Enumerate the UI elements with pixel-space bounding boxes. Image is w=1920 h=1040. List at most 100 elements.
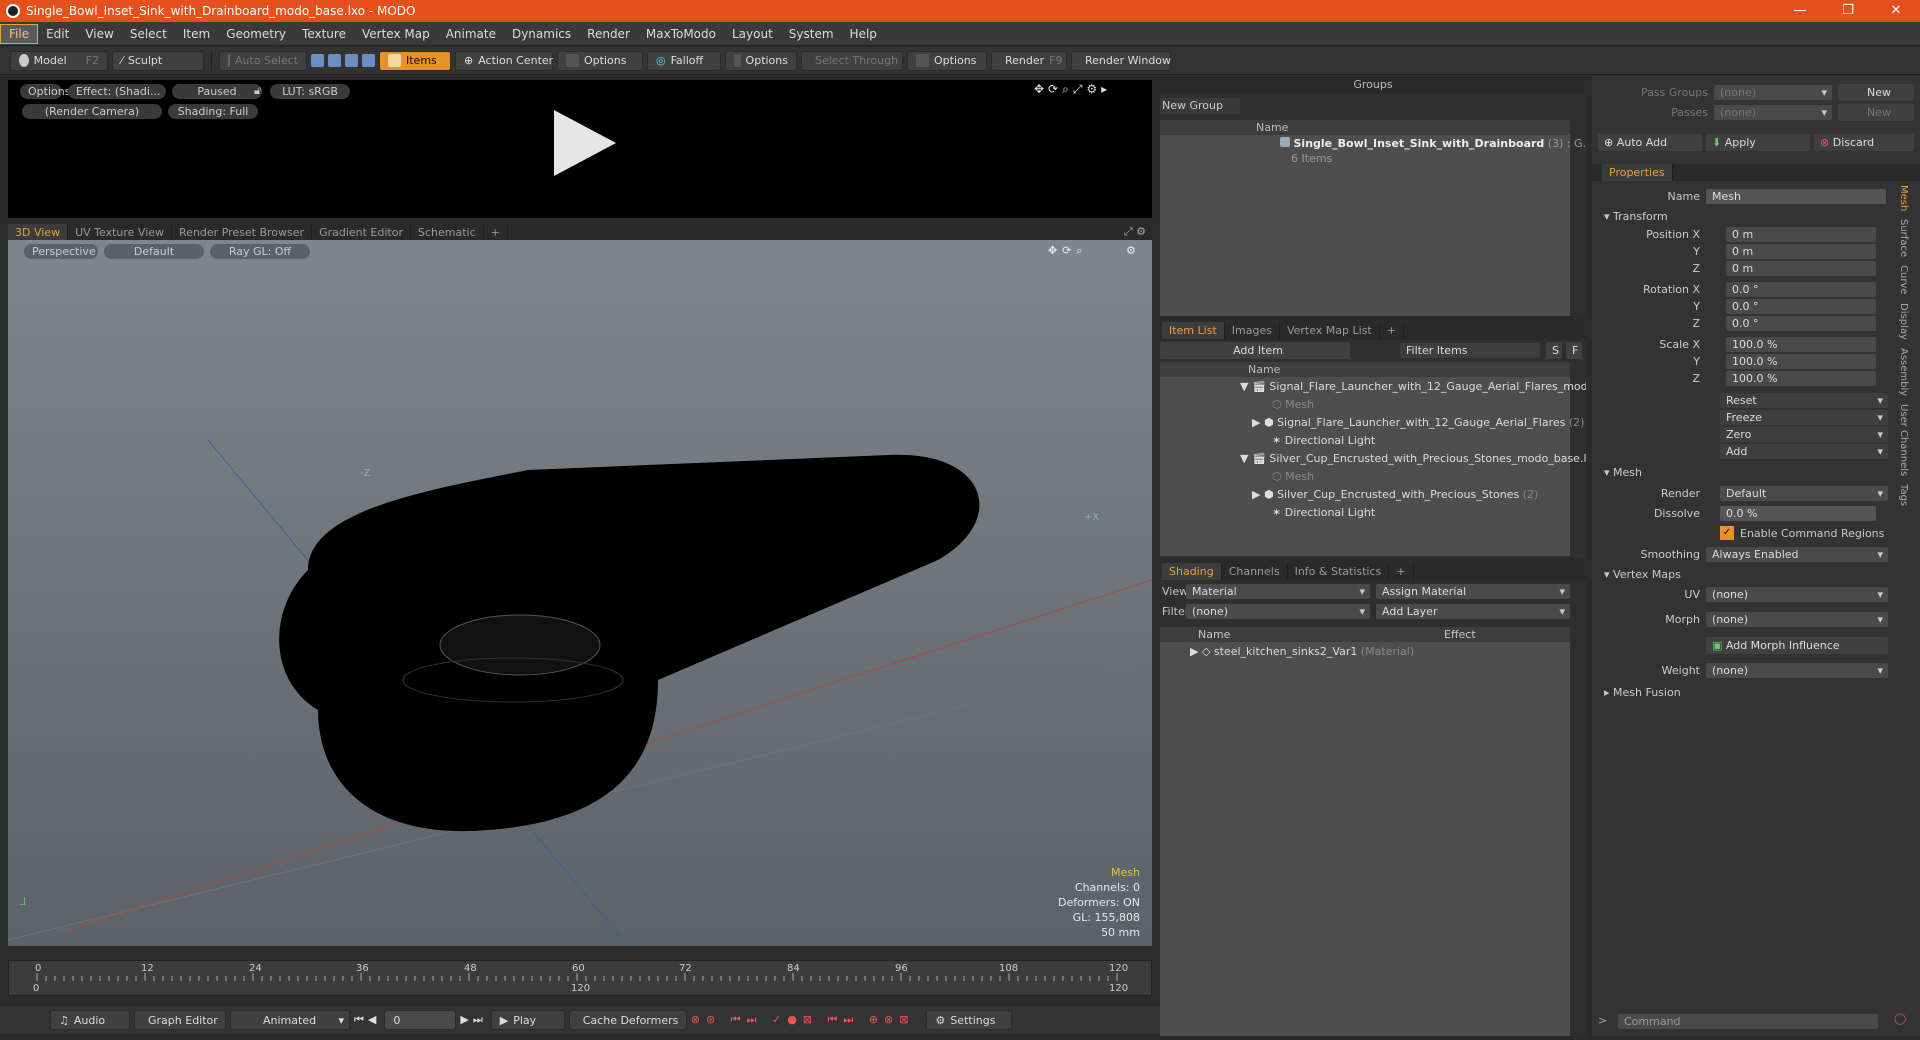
new-pass-group-button[interactable]: New <box>1838 84 1914 101</box>
key-controls-icons[interactable]: ⊗⊛ ⏮⏭ ✓●⊠ ⏮⏭ ⊕⊗⊠ <box>691 1013 915 1027</box>
position-y-input[interactable]: 0 m <box>1726 244 1876 259</box>
render-view-controls-icon[interactable]: ✥⟳⌕⤢⚙▸ <box>1034 82 1111 97</box>
menu-render[interactable]: Render <box>579 25 638 43</box>
menu-animate[interactable]: Animate <box>438 25 504 43</box>
edges-mode-icon[interactable] <box>328 54 341 67</box>
perspective-dropdown[interactable]: Perspective <box>24 244 98 259</box>
vertices-mode-icon[interactable] <box>311 54 324 67</box>
select-through-button[interactable]: Select Through <box>801 50 903 71</box>
tab-info-statistics[interactable]: Info & Statistics <box>1288 563 1390 580</box>
play-icon[interactable] <box>554 110 616 176</box>
tab-schematic[interactable]: Schematic <box>411 224 484 241</box>
falloff-options-button[interactable]: Options <box>725 50 797 71</box>
weight-dropdown[interactable]: (none) <box>1706 663 1888 678</box>
cache-deformers-button[interactable]: Cache Deformers <box>568 1010 687 1030</box>
vtab-surface[interactable]: Surface <box>1898 219 1909 257</box>
menu-edit[interactable]: Edit <box>38 25 77 43</box>
menu-layout[interactable]: Layout <box>724 25 781 43</box>
vtab-display[interactable]: Display <box>1898 303 1909 340</box>
shader-tree[interactable]: Name Effect ▶ ◇ steel_kitchen_sinks2_Var… <box>1160 627 1570 1036</box>
model-button[interactable]: Model F2 <box>10 50 108 71</box>
add-morph-influence-button[interactable]: ▣ Add Morph Influence <box>1706 637 1888 654</box>
menu-texture[interactable]: Texture <box>294 25 354 43</box>
morph-dropdown[interactable]: (none) <box>1706 612 1888 627</box>
shading-dropdown[interactable]: Shading: Full <box>168 104 258 119</box>
frame-back-icons[interactable]: ⏮◀ <box>354 1013 380 1027</box>
lut-dropdown[interactable]: LUT: sRGB <box>270 84 350 99</box>
add-dropdown[interactable]: Add <box>1720 444 1888 459</box>
frame-input[interactable]: 0 <box>384 1010 457 1030</box>
pass-groups-dropdown[interactable]: (none) <box>1714 85 1832 100</box>
tab-gradient-editor[interactable]: Gradient Editor <box>312 224 411 241</box>
smoothing-dropdown[interactable]: Always Enabled <box>1706 547 1888 562</box>
command-input[interactable]: Command <box>1618 1014 1878 1029</box>
vtab-curve[interactable]: Curve <box>1898 265 1909 295</box>
view-dropdown[interactable]: Material <box>1186 584 1370 599</box>
action-center-options-button[interactable]: Options <box>557 50 643 71</box>
item-list-tree[interactable]: Name ▼ 🎬︎ Signal_Flare_Launcher_with_12_… <box>1160 362 1586 556</box>
action-center-button[interactable]: ⊕ Action Center <box>455 50 553 71</box>
menu-view[interactable]: View <box>77 25 121 43</box>
add-tab-button[interactable]: + <box>1389 563 1414 580</box>
apply-button[interactable]: ⬇ Apply <box>1706 134 1810 151</box>
list-item[interactable]: ▼ 🎬︎ Silver_Cup_Encrusted_with_Precious_… <box>1240 450 1586 468</box>
dissolve-input[interactable]: 0.0 % <box>1720 506 1876 521</box>
render-window-button[interactable]: Render Window <box>1071 50 1171 71</box>
add-item-dropdown[interactable]: Add Item <box>1160 342 1350 359</box>
list-item[interactable]: ▶ ⬢ Signal_Flare_Launcher_with_12_Gauge_… <box>1252 414 1584 432</box>
add-tab-button[interactable]: + <box>1380 322 1404 339</box>
position-x-input[interactable]: 0 m <box>1726 227 1876 242</box>
minimize-icon[interactable]: — <box>1780 0 1820 22</box>
tab-uv-texture-view[interactable]: UV Texture View <box>68 224 173 241</box>
zero-dropdown[interactable]: Zero <box>1720 427 1888 442</box>
render-button[interactable]: Render F9 <box>991 50 1067 71</box>
polygons-mode-icon[interactable] <box>345 54 358 67</box>
vtab-user-channels[interactable]: User Channels <box>1898 404 1909 476</box>
paused-button[interactable]: Paused <box>172 84 262 99</box>
viewport-settings-icon[interactable]: ⚙ <box>1126 244 1136 257</box>
mesh-fusion-section[interactable]: ▸ Mesh Fusion <box>1604 686 1681 699</box>
sculpt-button[interactable]: ⁄ Sculpt <box>112 50 204 71</box>
filter-items-input[interactable]: Filter Items <box>1400 343 1540 358</box>
list-item[interactable]: ⬡ Mesh <box>1272 396 1314 414</box>
auto-select-button[interactable]: Auto Select <box>219 50 307 71</box>
position-z-input[interactable]: 0 m <box>1726 261 1876 276</box>
list-item[interactable]: ⬡ Mesh <box>1272 468 1314 486</box>
timeline[interactable]: 0 12 24 36 48 60 72 84 96 108 120 0 120 … <box>8 960 1152 996</box>
assign-material-dropdown[interactable]: Assign Material <box>1376 584 1570 599</box>
list-item[interactable]: ✶ Directional Light <box>1272 504 1375 522</box>
s-button[interactable]: S <box>1546 342 1562 359</box>
vtab-mesh[interactable]: Mesh <box>1898 185 1909 211</box>
rotation-y-input[interactable]: 0.0 ° <box>1726 299 1876 314</box>
tab-channels[interactable]: Channels <box>1222 563 1288 580</box>
tab-3d-view[interactable]: 3D View <box>8 224 69 241</box>
scale-y-input[interactable]: 100.0 % <box>1726 354 1876 369</box>
items-mode-button[interactable]: Items <box>379 50 451 71</box>
list-item[interactable]: ▼ 🎬︎ Signal_Flare_Launcher_with_12_Gauge… <box>1240 378 1586 396</box>
passes-dropdown[interactable]: (none) <box>1714 105 1832 120</box>
discard-button[interactable]: ⊗ Discard <box>1814 134 1914 151</box>
play-button[interactable]: ▶ Play <box>490 1010 565 1030</box>
vtab-tags[interactable]: Tags <box>1898 484 1909 506</box>
3d-viewport[interactable]: -Z +X ⅃ Mesh Channels: 0 Deformers: ON G… <box>8 240 1152 946</box>
groups-list[interactable]: Name Single_Bowl_Inset_Sink_with_Drainbo… <box>1160 120 1586 316</box>
vertex-maps-section[interactable]: ▾ Vertex Maps <box>1604 568 1681 581</box>
rotation-x-input[interactable]: 0.0 ° <box>1726 282 1876 297</box>
rotation-z-input[interactable]: 0.0 ° <box>1726 316 1876 331</box>
enable-command-regions-checkbox[interactable]: ✓ <box>1720 526 1734 540</box>
menu-maxtomodo[interactable]: MaxToModo <box>638 25 724 43</box>
command-history-icon[interactable]: ◯ <box>1894 1012 1906 1025</box>
freeze-dropdown[interactable]: Freeze <box>1720 410 1888 425</box>
render-camera-dropdown[interactable]: (Render Camera) <box>22 104 162 119</box>
new-group-button[interactable]: New Group <box>1160 98 1240 114</box>
restore-icon[interactable]: ❐ <box>1828 0 1868 22</box>
new-pass-button[interactable]: New <box>1838 104 1914 121</box>
add-layer-dropdown[interactable]: Add Layer <box>1376 604 1570 619</box>
close-icon[interactable]: ✕ <box>1876 0 1916 22</box>
menu-help[interactable]: Help <box>842 25 885 43</box>
tab-images[interactable]: Images <box>1225 322 1280 339</box>
f-button[interactable]: F <box>1566 342 1582 359</box>
tab-item-list[interactable]: Item List <box>1162 322 1225 339</box>
material-row[interactable]: ▶ ◇ steel_kitchen_sinks2_Var1 (Material) <box>1190 643 1414 661</box>
tab-vertex-map-list[interactable]: Vertex Map List <box>1280 322 1380 339</box>
